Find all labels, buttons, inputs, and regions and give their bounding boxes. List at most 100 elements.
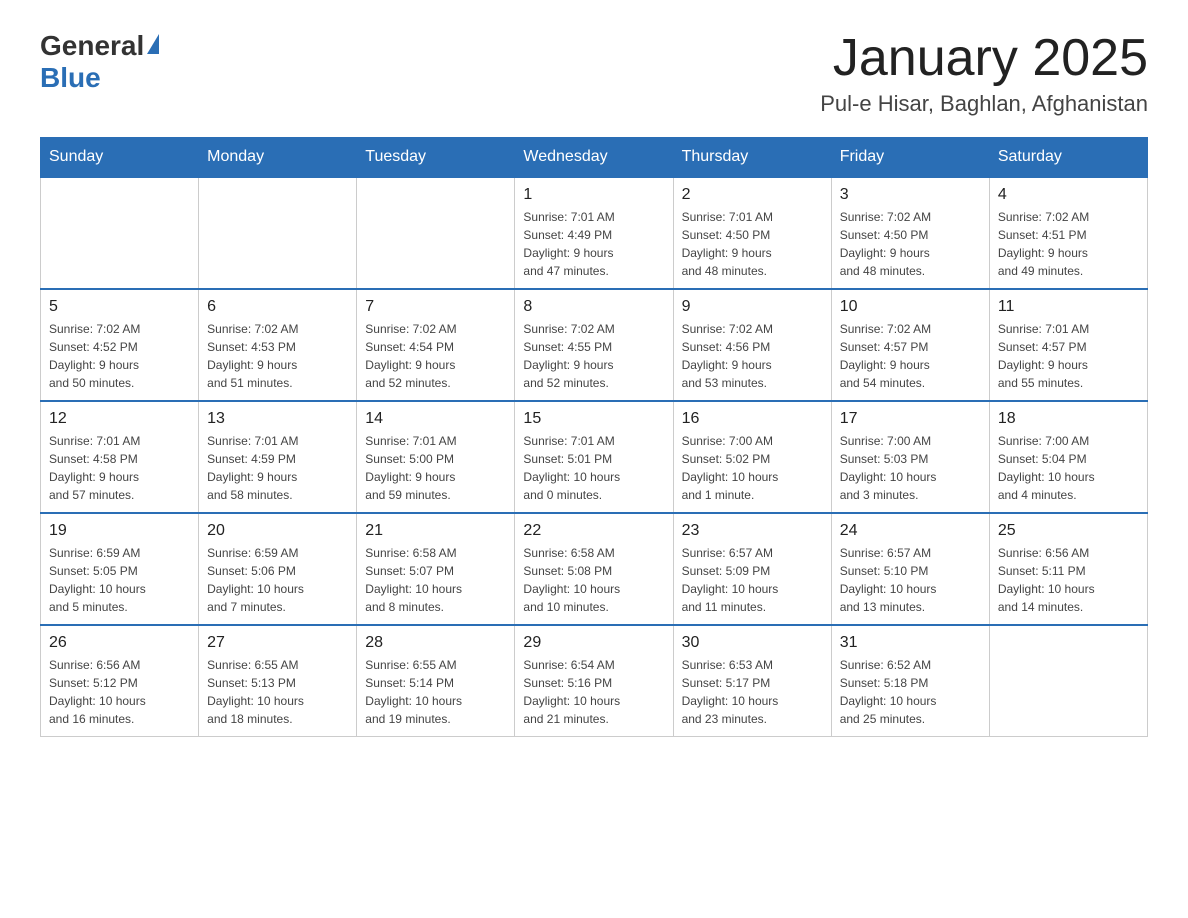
day-info: Sunrise: 7:00 AM Sunset: 5:03 PM Dayligh… (840, 432, 981, 504)
day-info: Sunrise: 7:00 AM Sunset: 5:04 PM Dayligh… (998, 432, 1139, 504)
day-info: Sunrise: 6:57 AM Sunset: 5:09 PM Dayligh… (682, 544, 823, 616)
day-number: 8 (523, 298, 664, 316)
day-info: Sunrise: 7:01 AM Sunset: 4:57 PM Dayligh… (998, 320, 1139, 392)
calendar-cell: 6 Sunrise: 7:02 AM Sunset: 4:53 PM Daylig… (199, 289, 357, 401)
logo: General Blue (40, 30, 159, 94)
day-info: Sunrise: 7:01 AM Sunset: 4:49 PM Dayligh… (523, 208, 664, 280)
day-number: 2 (682, 186, 823, 204)
day-info: Sunrise: 6:54 AM Sunset: 5:16 PM Dayligh… (523, 656, 664, 728)
day-number: 23 (682, 522, 823, 540)
calendar-week-row: 1 Sunrise: 7:01 AM Sunset: 4:49 PM Daylig… (41, 177, 1148, 289)
weekday-header-monday: Monday (199, 138, 357, 178)
page-header: General Blue January 2025 Pul-e Hisar, B… (40, 30, 1148, 117)
day-info: Sunrise: 6:59 AM Sunset: 5:06 PM Dayligh… (207, 544, 348, 616)
calendar-table: SundayMondayTuesdayWednesdayThursdayFrid… (40, 137, 1148, 737)
day-info: Sunrise: 7:02 AM Sunset: 4:50 PM Dayligh… (840, 208, 981, 280)
day-number: 19 (49, 522, 190, 540)
logo-text-blue: Blue (40, 62, 101, 93)
day-info: Sunrise: 6:59 AM Sunset: 5:05 PM Dayligh… (49, 544, 190, 616)
day-number: 30 (682, 634, 823, 652)
calendar-subtitle: Pul-e Hisar, Baghlan, Afghanistan (820, 91, 1148, 117)
day-info: Sunrise: 7:01 AM Sunset: 5:00 PM Dayligh… (365, 432, 506, 504)
day-info: Sunrise: 7:00 AM Sunset: 5:02 PM Dayligh… (682, 432, 823, 504)
day-info: Sunrise: 7:01 AM Sunset: 4:58 PM Dayligh… (49, 432, 190, 504)
weekday-header-row: SundayMondayTuesdayWednesdayThursdayFrid… (41, 138, 1148, 178)
calendar-cell: 3Sunrise: 7:02 AM Sunset: 4:50 PM Daylig… (831, 177, 989, 289)
weekday-header-sunday: Sunday (41, 138, 199, 178)
day-number: 18 (998, 410, 1139, 428)
day-number: 5 (49, 298, 190, 316)
calendar-cell: 12 Sunrise: 7:01 AM Sunset: 4:58 PM Dayli… (41, 401, 199, 513)
day-number: 12 (49, 410, 190, 428)
calendar-cell: 4 Sunrise: 7:02 AM Sunset: 4:51 PM Daylig… (989, 177, 1147, 289)
day-number: 14 (365, 410, 506, 428)
calendar-cell: 23 Sunrise: 6:57 AM Sunset: 5:09 PM Dayli… (673, 513, 831, 625)
calendar-cell (199, 177, 357, 289)
day-number: 27 (207, 634, 348, 652)
calendar-cell: 30Sunrise: 6:53 AM Sunset: 5:17 PM Dayli… (673, 625, 831, 737)
day-number: 7 (365, 298, 506, 316)
day-info: Sunrise: 7:02 AM Sunset: 4:52 PM Dayligh… (49, 320, 190, 392)
calendar-body: 1 Sunrise: 7:01 AM Sunset: 4:49 PM Daylig… (41, 177, 1148, 737)
day-info: Sunrise: 7:01 AM Sunset: 4:59 PM Dayligh… (207, 432, 348, 504)
day-number: 15 (523, 410, 664, 428)
calendar-cell: 13 Sunrise: 7:01 AM Sunset: 4:59 PM Dayli… (199, 401, 357, 513)
day-info: Sunrise: 7:02 AM Sunset: 4:51 PM Dayligh… (998, 208, 1139, 280)
day-info: Sunrise: 7:02 AM Sunset: 4:53 PM Dayligh… (207, 320, 348, 392)
day-number: 4 (998, 186, 1139, 204)
calendar-cell: 24Sunrise: 6:57 AM Sunset: 5:10 PM Dayli… (831, 513, 989, 625)
calendar-cell: 9 Sunrise: 7:02 AM Sunset: 4:56 PM Daylig… (673, 289, 831, 401)
day-info: Sunrise: 6:58 AM Sunset: 5:07 PM Dayligh… (365, 544, 506, 616)
calendar-week-row: 19 Sunrise: 6:59 AM Sunset: 5:05 PM Dayli… (41, 513, 1148, 625)
logo-triangle-icon (147, 34, 159, 54)
calendar-cell: 14 Sunrise: 7:01 AM Sunset: 5:00 PM Dayli… (357, 401, 515, 513)
calendar-cell: 7 Sunrise: 7:02 AM Sunset: 4:54 PM Daylig… (357, 289, 515, 401)
calendar-cell: 15Sunrise: 7:01 AM Sunset: 5:01 PM Dayli… (515, 401, 673, 513)
weekday-header-tuesday: Tuesday (357, 138, 515, 178)
day-info: Sunrise: 6:56 AM Sunset: 5:11 PM Dayligh… (998, 544, 1139, 616)
day-info: Sunrise: 7:02 AM Sunset: 4:56 PM Dayligh… (682, 320, 823, 392)
day-info: Sunrise: 6:55 AM Sunset: 5:14 PM Dayligh… (365, 656, 506, 728)
calendar-cell: 5 Sunrise: 7:02 AM Sunset: 4:52 PM Daylig… (41, 289, 199, 401)
day-info: Sunrise: 6:56 AM Sunset: 5:12 PM Dayligh… (49, 656, 190, 728)
day-info: Sunrise: 6:52 AM Sunset: 5:18 PM Dayligh… (840, 656, 981, 728)
calendar-cell: 31 Sunrise: 6:52 AM Sunset: 5:18 PM Dayli… (831, 625, 989, 737)
day-number: 16 (682, 410, 823, 428)
calendar-cell: 25 Sunrise: 6:56 AM Sunset: 5:11 PM Dayli… (989, 513, 1147, 625)
calendar-cell: 21 Sunrise: 6:58 AM Sunset: 5:07 PM Dayli… (357, 513, 515, 625)
calendar-cell: 18 Sunrise: 7:00 AM Sunset: 5:04 PM Dayli… (989, 401, 1147, 513)
calendar-cell: 2 Sunrise: 7:01 AM Sunset: 4:50 PM Daylig… (673, 177, 831, 289)
day-info: Sunrise: 7:02 AM Sunset: 4:54 PM Dayligh… (365, 320, 506, 392)
day-number: 31 (840, 634, 981, 652)
calendar-cell: 19 Sunrise: 6:59 AM Sunset: 5:05 PM Dayli… (41, 513, 199, 625)
day-number: 25 (998, 522, 1139, 540)
day-number: 6 (207, 298, 348, 316)
calendar-week-row: 5 Sunrise: 7:02 AM Sunset: 4:52 PM Daylig… (41, 289, 1148, 401)
calendar-week-row: 26Sunrise: 6:56 AM Sunset: 5:12 PM Dayli… (41, 625, 1148, 737)
calendar-cell: 17 Sunrise: 7:00 AM Sunset: 5:03 PM Dayli… (831, 401, 989, 513)
day-number: 9 (682, 298, 823, 316)
weekday-header-saturday: Saturday (989, 138, 1147, 178)
weekday-header-friday: Friday (831, 138, 989, 178)
day-number: 21 (365, 522, 506, 540)
calendar-cell: 10Sunrise: 7:02 AM Sunset: 4:57 PM Dayli… (831, 289, 989, 401)
calendar-cell: 1 Sunrise: 7:01 AM Sunset: 4:49 PM Daylig… (515, 177, 673, 289)
weekday-header-wednesday: Wednesday (515, 138, 673, 178)
calendar-cell: 27Sunrise: 6:55 AM Sunset: 5:13 PM Dayli… (199, 625, 357, 737)
calendar-cell: 29Sunrise: 6:54 AM Sunset: 5:16 PM Dayli… (515, 625, 673, 737)
day-number: 10 (840, 298, 981, 316)
day-number: 22 (523, 522, 664, 540)
weekday-header-thursday: Thursday (673, 138, 831, 178)
day-number: 13 (207, 410, 348, 428)
calendar-cell: 28Sunrise: 6:55 AM Sunset: 5:14 PM Dayli… (357, 625, 515, 737)
calendar-cell: 26Sunrise: 6:56 AM Sunset: 5:12 PM Dayli… (41, 625, 199, 737)
calendar-week-row: 12 Sunrise: 7:01 AM Sunset: 4:58 PM Dayli… (41, 401, 1148, 513)
day-number: 1 (523, 186, 664, 204)
calendar-cell (41, 177, 199, 289)
calendar-cell (357, 177, 515, 289)
day-number: 17 (840, 410, 981, 428)
calendar-title: January 2025 (820, 30, 1148, 87)
title-section: January 2025 Pul-e Hisar, Baghlan, Afgha… (820, 30, 1148, 117)
day-info: Sunrise: 7:01 AM Sunset: 4:50 PM Dayligh… (682, 208, 823, 280)
day-info: Sunrise: 6:58 AM Sunset: 5:08 PM Dayligh… (523, 544, 664, 616)
